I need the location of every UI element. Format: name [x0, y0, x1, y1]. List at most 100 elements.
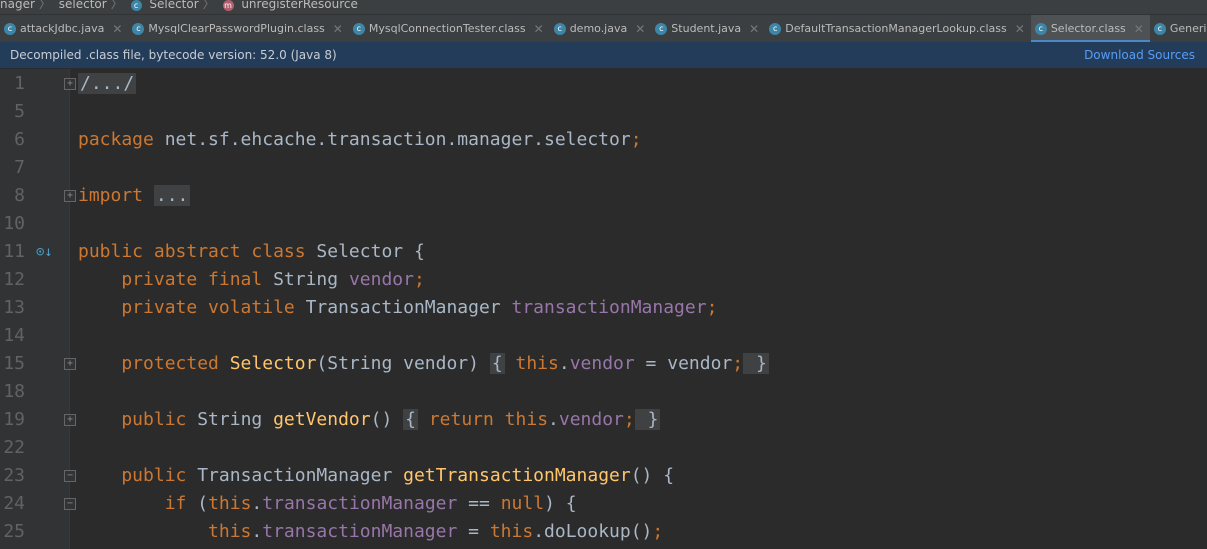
code-line[interactable]: 8 + import ... — [0, 182, 1207, 210]
class-file-icon: c — [1034, 22, 1047, 35]
line-number: 19 — [3, 409, 25, 430]
code-token: vendor — [569, 353, 635, 374]
banner-message: Decompiled .class file, bytecode version… — [10, 48, 337, 62]
code-token: == — [457, 493, 501, 514]
code-token: public — [78, 465, 198, 486]
code-token: private volatile — [78, 297, 306, 318]
code-token: getVendor — [273, 409, 371, 430]
code-line[interactable]: 15 + protected Selector(String vendor) { … — [0, 350, 1207, 378]
code-token: this — [208, 493, 252, 514]
line-number: 1 — [14, 73, 25, 94]
code-token: Selector { — [316, 241, 425, 262]
close-icon[interactable]: ✕ — [1134, 22, 1144, 36]
code-line[interactable]: 12 private final String vendor; — [0, 266, 1207, 294]
implemented-by-icon[interactable]: ⊙↓ — [36, 238, 53, 266]
code-line[interactable]: 5 — [0, 98, 1207, 126]
code-line[interactable]: 18 — [0, 378, 1207, 406]
close-icon[interactable]: ✕ — [749, 22, 759, 36]
code-line[interactable]: 6 package net.sf.ehcache.transaction.mana… — [0, 126, 1207, 154]
fold-toggle-icon[interactable]: − — [64, 470, 76, 482]
tab-label: GenericJndiSelector.class — [1169, 22, 1207, 35]
code-text: this.transactionManager = this.doLookup(… — [78, 518, 663, 546]
code-token: (String vendor) — [316, 353, 490, 374]
class-file-icon: c — [352, 22, 365, 35]
tab-label: MysqlClearPasswordPlugin.class — [148, 22, 325, 35]
tab-demo-java[interactable]: c demo.java ✕ — [550, 15, 652, 42]
code-line[interactable]: 1 +/.../ — [0, 70, 1207, 98]
code-token: ; — [413, 269, 425, 290]
code-line[interactable]: 22 — [0, 434, 1207, 462]
line-number: 11 — [3, 241, 25, 262]
code-token: String — [273, 269, 349, 290]
close-icon[interactable]: ✕ — [333, 22, 343, 36]
code-token: net.sf.ehcache.transaction.manager.selec… — [164, 129, 631, 150]
code-line[interactable]: 10 — [0, 210, 1207, 238]
code-token: () { — [630, 465, 675, 486]
tab-selector-class[interactable]: c Selector.class ✕ — [1030, 15, 1150, 42]
tab-mysqlconnectiontester-class[interactable]: c MysqlConnectionTester.class ✕ — [349, 15, 550, 42]
line-number: 22 — [3, 437, 25, 458]
close-icon[interactable]: ✕ — [635, 22, 645, 36]
close-icon[interactable]: ✕ — [1015, 22, 1025, 36]
tab-label: Student.java — [671, 22, 742, 35]
line-number: 18 — [3, 381, 25, 402]
close-icon[interactable]: ✕ — [534, 22, 544, 36]
code-token: TransactionManager — [305, 297, 512, 318]
breadcrumb-item[interactable]: unregisterResource — [241, 0, 358, 11]
tab-genericjndiselector-class[interactable]: cGenericJndiSelector.class✕ — [1150, 15, 1207, 42]
code-token: package — [78, 129, 165, 150]
tab-student-java[interactable]: c Student.java ✕ — [651, 15, 765, 42]
code-text: if (this.transactionManager == null) { — [78, 490, 577, 518]
line-number: 15 — [3, 353, 25, 374]
code-token: public — [78, 409, 198, 430]
code-text: private volatile TransactionManager tran… — [78, 294, 717, 322]
code-line[interactable]: 11 ⊙↓ public abstract class Selector { — [0, 238, 1207, 266]
code-token: transactionManager — [511, 297, 707, 318]
fold-toggle-icon[interactable]: + — [64, 358, 76, 370]
line-number: 6 — [14, 129, 25, 150]
code-token: ; — [732, 353, 744, 374]
fold-toggle-icon[interactable]: + — [64, 190, 76, 202]
tab-label: DefaultTransactionManagerLookup.class — [785, 22, 1007, 35]
breadcrumb: nager 〉 selector 〉 c Selector 〉 m unregiste… — [0, 0, 1207, 14]
code-token: . — [548, 409, 559, 430]
code-text: private final String vendor; — [78, 266, 425, 294]
breadcrumb-item[interactable]: Selector — [149, 0, 198, 11]
code-line[interactable]: 14 — [0, 322, 1207, 350]
fold-toggle-icon[interactable]: − — [64, 498, 76, 510]
class-file-icon: c — [1153, 22, 1166, 35]
download-sources-link[interactable]: Download Sources — [1084, 42, 1195, 68]
code-token: ( — [197, 493, 209, 514]
code-token: public abstract class — [78, 241, 317, 262]
tab-defaulttransactionmanagerlookup-class[interactable]: c DefaultTransactionManagerLookup.class ✕ — [765, 15, 1031, 42]
breadcrumb-item[interactable]: nager — [0, 0, 35, 11]
class-file-icon: c — [4, 22, 16, 35]
fold-toggle-icon[interactable]: + — [64, 78, 76, 90]
line-number: 5 — [14, 101, 25, 122]
breadcrumb-item[interactable]: selector — [59, 0, 107, 11]
code-line[interactable]: 7 — [0, 154, 1207, 182]
code-editor[interactable]: 1 +/.../5 6 package net.sf.ehcache.transact… — [0, 70, 1207, 546]
code-line[interactable]: 13 private volatile TransactionManager t… — [0, 294, 1207, 322]
code-token: ... — [153, 185, 191, 206]
tab-label: MysqlConnectionTester.class — [368, 22, 526, 35]
code-line[interactable]: 19 + public String getVendor() { return t… — [0, 406, 1207, 434]
fold-toggle-icon[interactable]: + — [64, 414, 76, 426]
close-icon[interactable]: ✕ — [112, 22, 122, 36]
tab-label: Selector.class — [1050, 22, 1126, 35]
code-line[interactable]: 25 this.transactionManager = this.doLook… — [0, 518, 1207, 546]
code-token: ; — [623, 409, 635, 430]
code-line[interactable]: 23 − public TransactionManager getTransac… — [0, 462, 1207, 490]
code-line[interactable]: 24 − if (this.transactionManager == null)… — [0, 490, 1207, 518]
code-token: ; — [706, 297, 718, 318]
code-token: . — [558, 353, 570, 374]
code-token: vendor — [348, 269, 414, 290]
line-number: 12 — [3, 269, 25, 290]
code-token: ; — [652, 521, 664, 542]
class-file-icon: c — [769, 22, 782, 35]
code-token: private final — [78, 269, 274, 290]
code-token: /.../ — [78, 73, 137, 94]
tab-mysqlclearpasswordplugin-class[interactable]: c MysqlClearPasswordPlugin.class ✕ — [128, 15, 348, 42]
class-file-icon: c — [553, 22, 566, 35]
tab-attackjdbc-java[interactable]: c attackJdbc.java ✕ — [0, 15, 128, 42]
